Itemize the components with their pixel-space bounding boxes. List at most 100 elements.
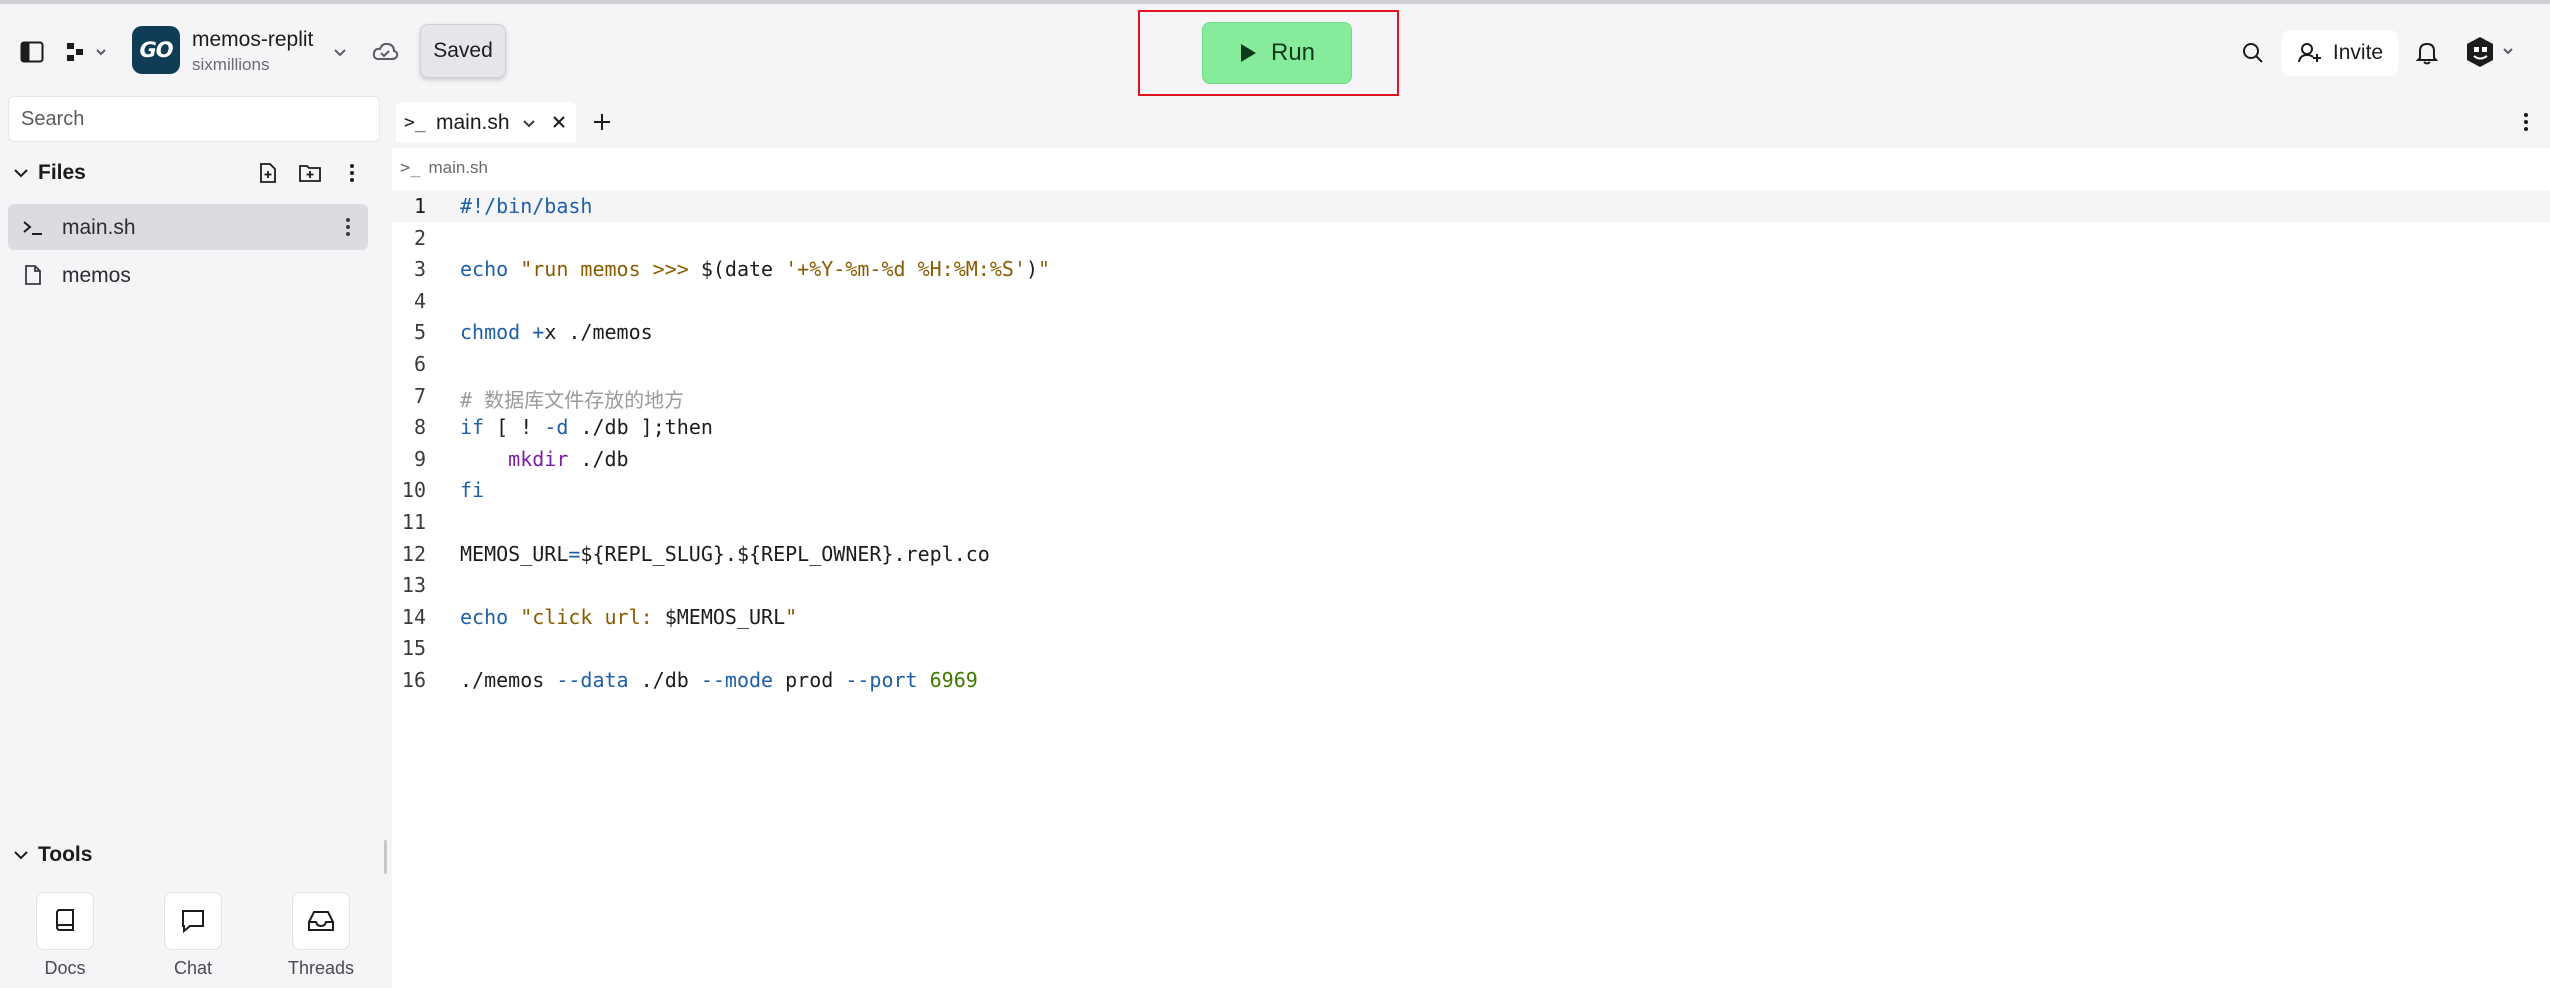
code-line[interactable]: 9 mkdir ./db <box>392 443 2550 475</box>
sidebar-resize-handle[interactable] <box>384 840 387 874</box>
file-item-main-sh[interactable]: main.sh <box>8 204 368 250</box>
saved-tooltip: Saved <box>420 24 506 78</box>
editor-pane: >_ main.sh >_ main.sh 1 #!/bin/bash 2 3 echo … <box>392 96 2550 988</box>
line-content: ./memos --data ./db --mode prod --port 6… <box>460 668 978 692</box>
file-item-memos[interactable]: memos <box>8 252 368 298</box>
plus-icon[interactable] <box>588 108 616 136</box>
search-input[interactable] <box>8 96 380 142</box>
play-icon <box>1240 44 1256 62</box>
repl-owner[interactable]: sixmillions <box>192 55 269 75</box>
code-line[interactable]: 1 #!/bin/bash <box>392 190 2550 222</box>
new-file-icon[interactable] <box>252 157 284 189</box>
code-token: ./db <box>568 446 629 471</box>
code-token: --data <box>556 667 629 692</box>
chevron-down-icon[interactable] <box>520 114 538 132</box>
sidebar-toggle-icon[interactable] <box>14 34 50 70</box>
code-line[interactable]: 15 <box>392 632 2550 664</box>
line-content: chmod +x ./memos <box>460 320 653 344</box>
chevron-down-icon[interactable] <box>326 38 354 66</box>
repl-name[interactable]: memos-replit <box>192 28 313 52</box>
tab-main-sh[interactable]: >_ main.sh <box>396 102 576 142</box>
code-line[interactable]: 16 ./memos --data ./db --mode prod --port… <box>392 664 2550 696</box>
tool-chat[interactable]: Chat <box>148 892 238 988</box>
line-content: mkdir ./db <box>460 446 629 471</box>
code-token: ./db <box>628 667 701 692</box>
shell-icon: >_ <box>400 158 421 178</box>
code-token: echo <box>460 604 509 629</box>
line-content: fi <box>460 478 484 502</box>
repl-logo[interactable]: GO <box>132 26 180 74</box>
run-button[interactable]: Run <box>1202 22 1352 84</box>
code-token: 6969 <box>929 667 978 692</box>
line-number: 9 <box>413 446 426 471</box>
breadcrumb-file[interactable]: main.sh <box>428 158 488 177</box>
code-line[interactable]: 8 if [ ! -d ./db ];then <box>392 411 2550 443</box>
editor-tab-bar: >_ main.sh <box>392 96 2550 148</box>
file-icon <box>20 262 46 288</box>
code-token: " <box>785 604 798 629</box>
code-line[interactable]: 3 echo "run memos >>> $(date '+%Y-%m-%d %… <box>392 253 2550 285</box>
search-icon[interactable] <box>2236 36 2270 70</box>
run-button-label: Run <box>1270 39 1316 66</box>
shell-icon <box>20 214 46 240</box>
inbox-icon <box>292 892 350 950</box>
chat-icon <box>164 892 222 950</box>
code-token: = <box>568 541 581 566</box>
files-section-header[interactable]: Files <box>0 152 380 194</box>
editor-menu-icon[interactable] <box>2512 108 2540 136</box>
code-line[interactable]: 6 <box>392 348 2550 380</box>
code-line[interactable]: 12 MEMOS_URL=${REPL_SLUG}.${REPL_OWNER}.r… <box>392 538 2550 570</box>
code-line[interactable]: 4 <box>392 285 2550 317</box>
code-token: ./db ];then <box>568 415 713 440</box>
breadcrumb: >_ main.sh <box>400 158 488 178</box>
code-token: --port <box>845 667 918 692</box>
sidebar: Files main.sh memos Tools Docs <box>0 96 390 988</box>
code-line[interactable]: 14 echo "click url: $MEMOS_URL" <box>392 601 2550 633</box>
avatar[interactable] <box>2460 32 2524 72</box>
code-token: ) <box>1025 257 1038 282</box>
tool-docs[interactable]: Docs <box>20 892 110 988</box>
new-folder-icon[interactable] <box>294 157 326 189</box>
code-line[interactable]: 11 <box>392 506 2550 538</box>
close-icon[interactable] <box>548 111 570 133</box>
line-content: MEMOS_URL=${REPL_SLUG}.${REPL_OWNER}.rep… <box>460 542 990 566</box>
shell-icon: >_ <box>404 112 426 133</box>
line-number: 3 <box>413 257 426 282</box>
files-menu-icon[interactable] <box>336 157 368 189</box>
chevron-down-icon[interactable] <box>10 844 32 866</box>
code-line[interactable]: 7 # 数据库文件存放的地方 <box>392 380 2550 412</box>
file-menu-icon[interactable] <box>334 212 362 242</box>
line-number: 15 <box>401 636 426 661</box>
line-content: # 数据库文件存放的地方 <box>460 384 684 413</box>
code-line[interactable]: 2 <box>392 222 2550 254</box>
code-token: ${REPL_SLUG}.${REPL_OWNER}.repl.co <box>580 541 990 566</box>
layout-menu-icon[interactable] <box>60 34 116 70</box>
code-token: --mode <box>700 667 774 692</box>
code-line[interactable]: 5 chmod +x ./memos <box>392 316 2550 348</box>
code-editor[interactable]: 1 #!/bin/bash 2 3 echo "run memos >>> $(date… <box>392 190 2550 696</box>
invite-button[interactable]: Invite <box>2282 30 2398 76</box>
line-content: if [ ! -d ./db ];then <box>460 415 713 439</box>
tool-threads[interactable]: Threads <box>276 892 366 988</box>
line-content: #!/bin/bash <box>460 194 592 218</box>
line-number: 12 <box>401 541 426 566</box>
line-number: 1 <box>413 194 426 218</box>
code-token: $MEMOS_URL <box>664 604 786 629</box>
line-number: 5 <box>413 320 426 345</box>
code-token: MEMOS_URL <box>460 541 569 566</box>
code-line[interactable]: 13 <box>392 569 2550 601</box>
line-content: echo "click url: $MEMOS_URL" <box>460 605 797 629</box>
invite-label: Invite <box>2332 41 2384 64</box>
tools-section-header[interactable]: Tools <box>0 834 380 876</box>
file-name: memos <box>62 264 131 287</box>
top-bar: GO memos-replit sixmillions Saved Run In… <box>0 4 2550 96</box>
code-line[interactable]: 10 fi <box>392 474 2550 506</box>
line-number: 10 <box>401 478 426 503</box>
chevron-down-icon[interactable] <box>10 162 32 184</box>
bell-icon[interactable] <box>2410 36 2444 70</box>
line-number: 7 <box>413 383 426 408</box>
code-token: mkdir <box>508 446 569 471</box>
cloud-saved-icon[interactable] <box>368 36 402 68</box>
code-token: if <box>460 415 485 440</box>
